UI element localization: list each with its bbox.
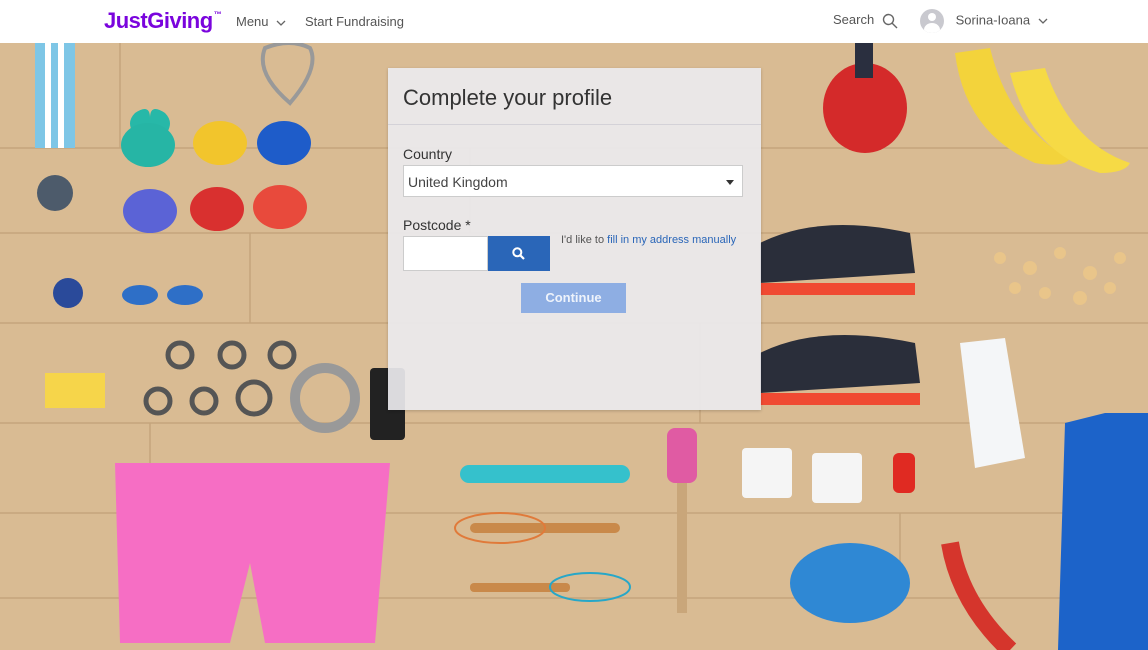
continue-button[interactable]: Continue [521,283,626,313]
menu-button[interactable]: Menu [236,14,287,29]
title-divider [388,124,761,125]
country-value: United Kingdom [408,174,508,190]
search-icon [512,247,525,260]
justgiving-logo[interactable]: JustGiving™ [104,8,222,34]
postcode-label: Postcode * [403,217,471,233]
user-menu[interactable]: Sorina-Ioana [920,9,1049,33]
menu-label: Menu [236,14,269,29]
user-name: Sorina-Ioana [955,12,1031,28]
country-select[interactable]: United Kingdom [403,165,743,197]
search-icon [882,13,898,29]
start-fundraising-link[interactable]: Start Fundraising [305,14,404,29]
chevron-down-icon [276,20,286,26]
manual-prefix: I'd like to [561,234,605,246]
avatar [920,9,944,33]
postcode-search-button[interactable] [488,236,550,271]
country-label: Country [403,146,453,162]
manual-address-text: I'd like to fill in my address manually [561,234,736,246]
search-label: Search [833,12,875,27]
complete-profile-card: Complete your profile Country United Kin… [388,68,761,410]
card-title: Complete your profile [403,85,613,110]
caret-down-icon [726,180,734,185]
search-button[interactable]: Search [833,12,898,29]
chevron-down-icon [1038,18,1048,24]
top-header: JustGiving™ Menu Start Fundraising Searc… [0,0,1148,43]
postcode-input[interactable] [403,236,488,271]
manual-address-link[interactable]: fill in my address manually [607,234,736,246]
